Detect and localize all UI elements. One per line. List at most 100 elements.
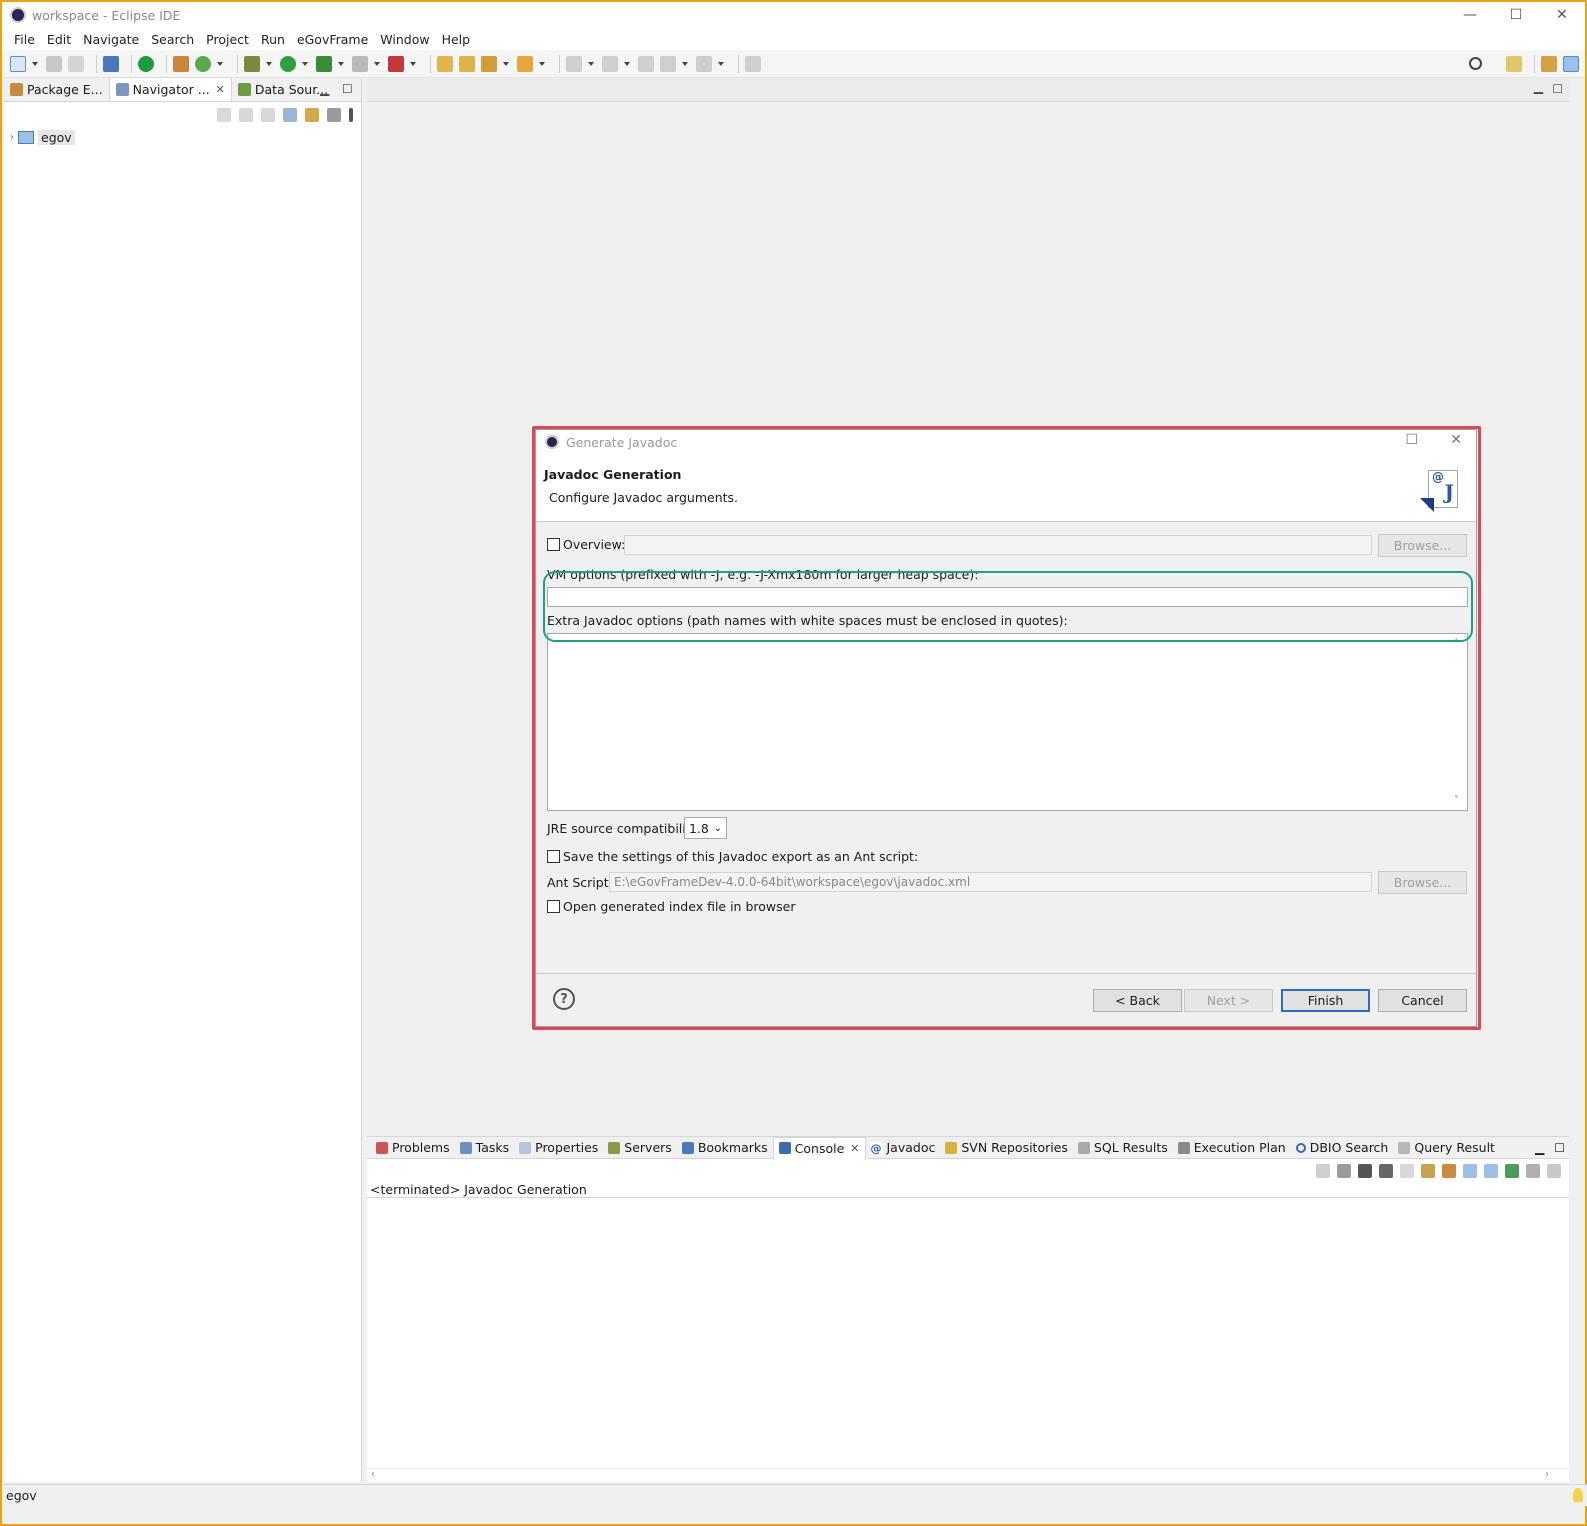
last-edit-icon[interactable] [638,55,654,72]
search-task-icon[interactable] [481,55,497,72]
dialog-close-button[interactable]: ✕ [1450,432,1462,448]
minimize-button[interactable]: — [1447,2,1493,28]
scroll-right-icon[interactable]: › [1545,1469,1549,1480]
search-icon[interactable] [1469,57,1482,70]
save-ant-checkbox[interactable] [547,850,560,863]
console-output[interactable] [367,1197,1569,1468]
forward-icon[interactable] [239,108,253,122]
egov-perspective-icon[interactable] [1563,55,1579,72]
menu-window[interactable]: Window [374,32,435,47]
tab-tasks[interactable]: Tasks [455,1137,515,1159]
tab-execution-plan[interactable]: Execution Plan [1173,1137,1291,1159]
minimize-panel-icon[interactable]: ▁ [1535,1141,1544,1155]
package-icon[interactable] [173,55,189,72]
next-annotation-icon[interactable] [566,55,582,72]
remove-all-terminated-icon[interactable] [1379,1164,1393,1178]
menu-edit[interactable]: Edit [41,32,77,47]
cancel-button[interactable]: Cancel [1378,989,1467,1012]
close-icon[interactable]: ✕ [216,83,225,96]
close-window-button[interactable]: ✕ [1539,2,1585,28]
back-icon[interactable] [217,108,231,122]
menu-help[interactable]: Help [436,32,477,47]
pin-console-icon[interactable] [1505,1164,1519,1178]
menu-file[interactable]: File [8,32,41,47]
back-icon[interactable] [660,55,676,72]
tab-navigator[interactable]: Navigator ... ✕ [108,77,232,101]
tab-query-result[interactable]: Query Result [1393,1137,1500,1159]
external-tools-icon[interactable] [316,55,332,72]
save-all-icon[interactable] [68,55,84,72]
tab-package-explorer[interactable]: Package E... [4,77,109,101]
tab-bookmarks[interactable]: Bookmarks [677,1137,773,1159]
open-folder-icon[interactable] [517,55,533,72]
menu-egovframe[interactable]: eGovFrame [291,32,374,47]
close-icon[interactable]: ✕ [850,1142,859,1155]
terminal-icon[interactable] [103,55,119,72]
vm-options-input[interactable] [547,587,1468,607]
overview-checkbox[interactable] [547,538,560,551]
tip-lightbulb-icon[interactable] [1573,1488,1583,1502]
maximize-editor-icon[interactable]: ☐ [1552,82,1563,96]
remove-all-icon[interactable] [1358,1164,1372,1178]
tab-dbio-search[interactable]: DBIO Search [1291,1137,1394,1159]
scroll-left-icon[interactable]: ‹ [371,1469,375,1480]
link-editor-icon[interactable] [305,108,319,122]
tab-problems[interactable]: Problems [371,1137,455,1159]
clear-console-icon[interactable] [1400,1164,1414,1178]
open-resource-icon[interactable] [459,55,475,72]
remove-launch-icon[interactable] [1316,1164,1330,1178]
refresh-icon[interactable] [195,55,211,72]
pin-editor-icon[interactable] [745,55,761,72]
tab-javadoc[interactable]: @ Javadoc [866,1137,941,1159]
menu-search[interactable]: Search [145,32,200,47]
textarea-scrollbar[interactable]: ˄ ˅ [1451,634,1467,810]
show-on-output-icon[interactable] [1463,1164,1477,1178]
java-perspective-icon[interactable] [1541,55,1557,72]
menu-project[interactable]: Project [200,32,255,47]
scroll-up-icon[interactable]: ˄ [1454,638,1459,649]
scroll-lock-icon[interactable] [1421,1164,1435,1178]
word-wrap-icon[interactable] [1442,1164,1456,1178]
debug-icon[interactable] [244,55,260,72]
new-dropdown-icon[interactable] [32,61,38,66]
finish-button[interactable]: Finish [1281,989,1370,1012]
tab-console[interactable]: Console ✕ [772,1136,866,1159]
run-icon[interactable] [280,55,296,72]
open-index-checkbox[interactable] [547,900,560,913]
minimize-view-icon[interactable]: ▁ [320,82,329,96]
maximize-panel-icon[interactable]: ☐ [1554,1141,1565,1155]
up-icon[interactable] [261,108,275,122]
tree-item-egov[interactable]: › egov [4,128,361,146]
tab-data-source[interactable]: Data Sour... [232,77,334,101]
extra-options-textarea[interactable]: ˄ ˅ [547,633,1468,811]
console-horizontal-scrollbar[interactable]: ‹ › [367,1468,1569,1482]
tab-servers[interactable]: Servers [603,1137,677,1159]
display-console-icon[interactable] [1526,1164,1540,1178]
open-console-icon[interactable] [1547,1164,1561,1178]
maximize-view-icon[interactable]: ☐ [342,82,353,96]
new-icon[interactable] [10,55,26,72]
scroll-down-icon[interactable]: ˅ [1454,795,1459,806]
tab-svn-repositories[interactable]: SVN Repositories [940,1137,1073,1159]
collapse-all-icon[interactable] [283,108,297,122]
menu-run[interactable]: Run [255,32,291,47]
stop-icon[interactable] [352,55,368,72]
help-icon[interactable]: ? [553,988,575,1010]
expand-arrow-icon[interactable]: › [10,132,14,143]
show-on-error-icon[interactable] [1484,1164,1498,1178]
tab-sql-results[interactable]: SQL Results [1073,1137,1173,1159]
save-icon[interactable] [46,55,62,72]
jre-compat-select[interactable]: 1.8 ⌄ [684,817,727,839]
minimize-editor-icon[interactable]: ▁ [1534,80,1543,94]
open-type-icon[interactable] [437,55,453,72]
view-menu-icon[interactable] [349,108,353,122]
tab-properties[interactable]: Properties [514,1137,603,1159]
maximize-button[interactable]: ☐ [1493,2,1539,28]
forward-icon[interactable] [696,55,712,72]
egov-run-icon[interactable] [138,55,154,72]
filter-icon[interactable] [327,108,341,122]
open-perspective-icon[interactable] [1506,55,1522,72]
back-button[interactable]: < Back [1093,989,1182,1012]
dialog-maximize-button[interactable]: ☐ [1405,432,1418,448]
deploy-icon[interactable] [388,55,404,72]
